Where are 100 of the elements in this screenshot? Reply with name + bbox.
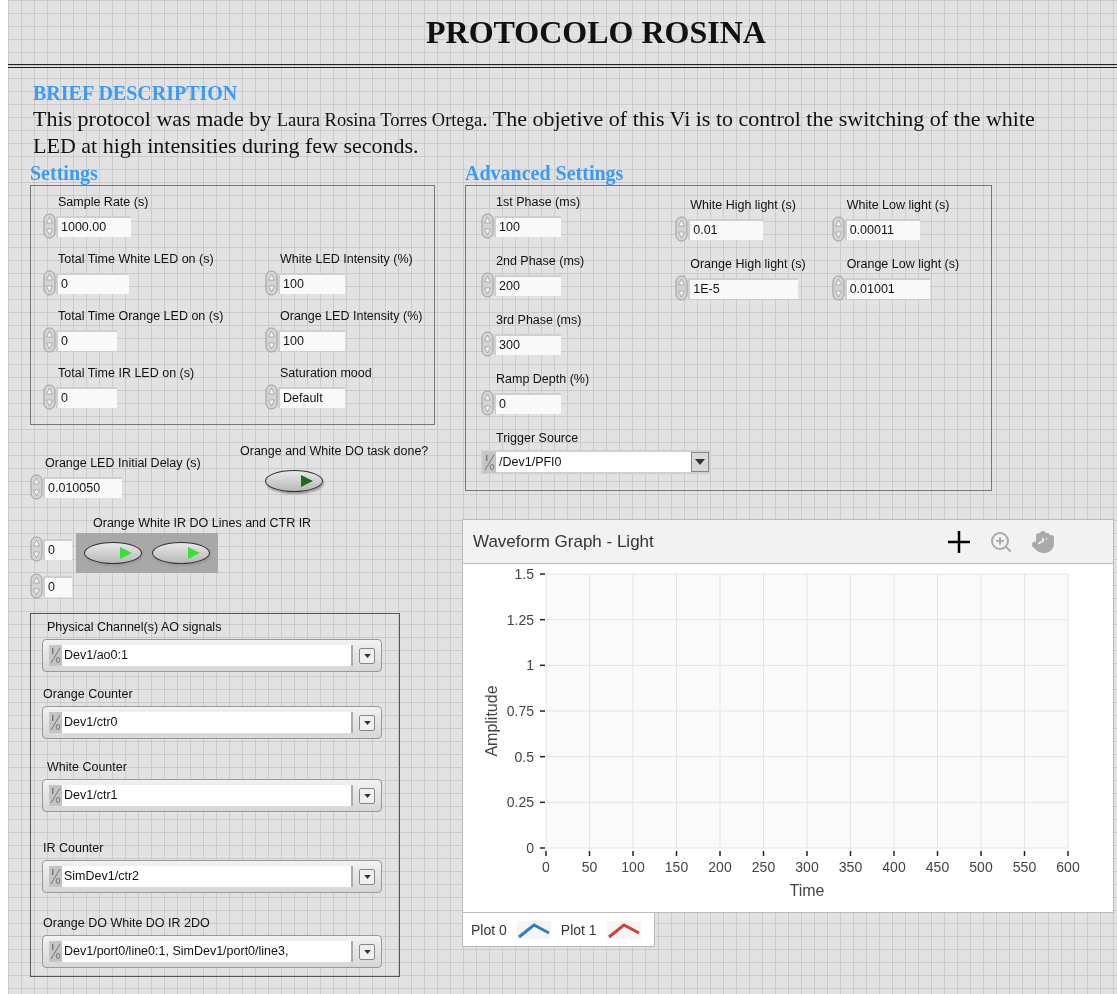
- control-label: Orange LED Initial Delay (s): [44, 455, 202, 471]
- section-heading: Advanced Settings: [465, 162, 625, 184]
- numeric-field[interactable]: 0: [56, 386, 117, 408]
- tick-mark: [893, 850, 895, 857]
- numeric-field[interactable]: 100: [278, 272, 345, 294]
- numeric-field[interactable]: Default: [278, 386, 345, 408]
- index-field[interactable]: 0: [43, 538, 72, 560]
- control-label: Orange White IR DO Lines and CTR IR: [92, 516, 312, 530]
- dropdown-button[interactable]: [359, 647, 375, 664]
- legend-label: Plot 1: [560, 921, 597, 938]
- spinner-icon[interactable]: [30, 536, 43, 562]
- y-tick-label: 0.25: [506, 794, 534, 811]
- x-tick-label: 300: [795, 859, 819, 875]
- numeric-field[interactable]: 300: [494, 333, 561, 355]
- io-tag-icon: [49, 712, 62, 733]
- play-icon: [119, 546, 133, 560]
- spinner-icon[interactable]: [675, 275, 689, 301]
- numeric-field[interactable]: 0.01: [688, 218, 764, 240]
- spinner-icon[interactable]: [481, 331, 494, 357]
- x-tick-label: 550: [1012, 859, 1037, 875]
- dropdown-button[interactable]: [359, 943, 375, 960]
- y-tick-label: 0: [526, 840, 534, 856]
- caret-icon: [695, 459, 705, 465]
- led-button[interactable]: [265, 470, 323, 492]
- dropdown-button[interactable]: [359, 787, 375, 804]
- index-field[interactable]: 0: [43, 575, 72, 597]
- spinner-icon[interactable]: [43, 270, 56, 296]
- spinner-icon[interactable]: [265, 384, 278, 410]
- tick-mark: [675, 850, 678, 857]
- hand-icon[interactable]: [1031, 529, 1055, 554]
- spinner-icon[interactable]: [481, 272, 494, 298]
- control-label: White Counter: [46, 759, 128, 775]
- trigger-combo[interactable]: /Dev1/PFI0: [481, 450, 711, 474]
- spinner-icon[interactable]: [831, 275, 845, 301]
- numeric-field[interactable]: 0.01001: [844, 277, 930, 299]
- numeric-field[interactable]: 0: [56, 329, 117, 351]
- numeric-field[interactable]: 1000.00: [56, 215, 131, 237]
- tick-mark: [539, 618, 546, 621]
- spinner-icon[interactable]: [30, 474, 43, 500]
- legend-label: Plot 0: [471, 921, 507, 938]
- play-icon: [187, 546, 201, 560]
- x-tick-label: 350: [838, 859, 863, 875]
- channel-combo[interactable]: SimDev1/ctr2: [42, 860, 382, 893]
- led-button[interactable]: [152, 542, 210, 564]
- spinner-icon[interactable]: [481, 390, 494, 416]
- numeric-field[interactable]: 0.00011: [844, 218, 920, 240]
- tick-mark: [539, 664, 546, 667]
- spinner-icon[interactable]: [481, 213, 494, 239]
- x-tick-label: 250: [751, 859, 776, 875]
- io-tag-icon: [49, 941, 62, 962]
- x-axis-label: Time: [789, 882, 825, 899]
- zoom-icon[interactable]: [989, 529, 1013, 554]
- numeric-field[interactable]: 100: [278, 329, 345, 351]
- caret-icon: [363, 949, 371, 954]
- spinner-icon[interactable]: [43, 213, 56, 239]
- section-heading: Settings: [30, 162, 99, 184]
- spinner-icon[interactable]: [675, 216, 689, 242]
- tick-mark: [849, 850, 852, 857]
- dropdown-button[interactable]: [691, 452, 709, 472]
- io-tag-icon: [49, 645, 62, 666]
- control-label: 1st Phase (ms): [495, 194, 582, 210]
- spinner-icon[interactable]: [30, 573, 43, 599]
- control-label: White LED Intensity (%): [279, 251, 413, 267]
- control-label: Sample Rate (s): [57, 194, 150, 210]
- channel-combo[interactable]: Dev1/ctr0: [42, 706, 382, 739]
- numeric-field[interactable]: 0: [56, 272, 129, 294]
- numeric-field[interactable]: 1E-5: [688, 277, 799, 299]
- x-tick-label: 200: [708, 859, 732, 875]
- control-label: Total Time IR LED on (s): [57, 365, 196, 381]
- channel-combo[interactable]: Dev1/port0/line0:1, SimDev1/port0/line3,: [42, 935, 382, 968]
- panel-title: PROTOCOLO ROSINA: [426, 13, 766, 51]
- x-tick-label: 600: [1056, 859, 1080, 875]
- spinner-icon[interactable]: [265, 270, 278, 296]
- spinner-icon[interactable]: [43, 327, 56, 353]
- control-label: Saturation mood: [279, 365, 372, 381]
- legend-swatch-icon: [516, 920, 551, 939]
- dropdown-button[interactable]: [359, 714, 375, 731]
- numeric-field[interactable]: 0: [494, 392, 561, 414]
- x-tick-label: 400: [882, 859, 906, 875]
- control-label: Total Time Orange LED on (s): [57, 308, 225, 324]
- y-tick-label: 1.25: [506, 611, 534, 628]
- spinner-icon[interactable]: [265, 327, 278, 353]
- led-button[interactable]: [84, 542, 142, 564]
- channel-combo[interactable]: Dev1/ctr1: [42, 779, 382, 812]
- spinner-icon[interactable]: [43, 384, 56, 410]
- legend-swatch-icon: [606, 920, 641, 939]
- crosshair-icon[interactable]: [947, 529, 971, 554]
- numeric-field[interactable]: 100: [494, 215, 561, 237]
- x-tick-label: 450: [925, 859, 950, 875]
- numeric-field[interactable]: 0.010050: [43, 476, 122, 498]
- spinner-icon[interactable]: [831, 216, 845, 242]
- y-axis-label: Amplitude: [483, 685, 500, 757]
- control-label: White High light (s): [689, 197, 797, 213]
- control-label: Total Time White LED on (s): [57, 251, 215, 267]
- tick-mark: [1067, 850, 1069, 857]
- dropdown-button[interactable]: [359, 868, 375, 885]
- channel-combo[interactable]: Dev1/ao0:1: [42, 639, 382, 672]
- x-tick-label: 500: [969, 859, 993, 875]
- io-tag-icon: [49, 866, 62, 887]
- numeric-field[interactable]: 200: [494, 274, 561, 296]
